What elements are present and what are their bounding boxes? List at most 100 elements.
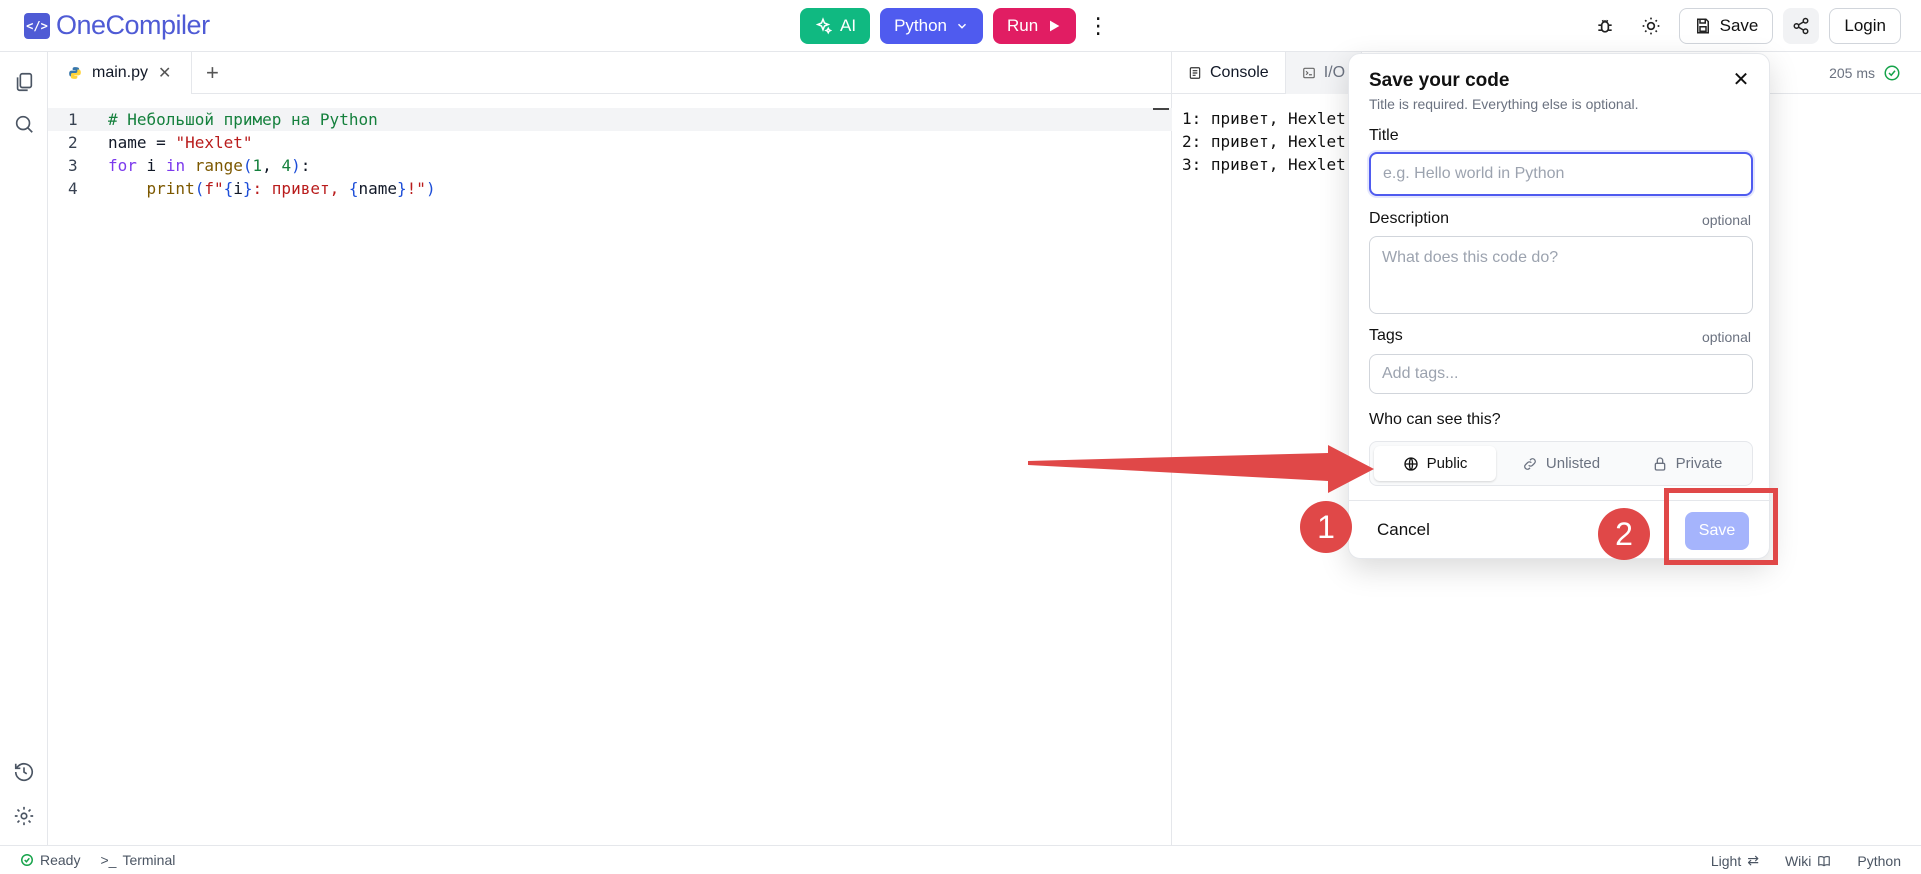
- visibility-private-option[interactable]: Private: [1626, 446, 1748, 481]
- console-line: 1: привет, Hexlet: [1182, 109, 1346, 128]
- tags-label: Tags: [1369, 327, 1403, 344]
- scrollbar-marker[interactable]: [1153, 108, 1169, 110]
- logo[interactable]: </> OneCompiler: [24, 10, 210, 41]
- public-label: Public: [1426, 455, 1468, 472]
- timing-value: 205 ms: [1829, 65, 1875, 81]
- visibility-public-option[interactable]: Public: [1374, 446, 1496, 481]
- visibility-unlisted-option[interactable]: Unlisted: [1500, 446, 1622, 481]
- terminal-toggle[interactable]: >_ Terminal: [100, 852, 175, 868]
- dialog-subtitle: Title is required. Everything else is op…: [1369, 96, 1639, 112]
- wiki-label: Wiki: [1784, 852, 1812, 869]
- status-bar: Ready >_ Terminal Light ⇄ Wiki Python: [0, 845, 1921, 874]
- tags-optional: optional: [1701, 329, 1751, 345]
- logo-icon: </>: [24, 12, 50, 39]
- tags-input[interactable]: Add tags...: [1369, 354, 1753, 394]
- theme-sun-icon[interactable]: [1633, 8, 1669, 44]
- title-placeholder: e.g. Hello world in Python: [1383, 165, 1565, 182]
- run-button[interactable]: Run: [993, 8, 1077, 44]
- toolbar-center: AI Python Run ⋮: [800, 8, 1110, 44]
- console-line: 2: привет, Hexlet: [1182, 132, 1346, 151]
- status-ready: Ready: [20, 852, 80, 868]
- files-icon[interactable]: [10, 68, 38, 96]
- login-button[interactable]: Login: [1829, 8, 1901, 44]
- check-circle-icon: [21, 854, 33, 866]
- editor-tabs: main.py ✕ +: [48, 51, 1171, 94]
- terminal-prompt-icon: >_: [100, 852, 117, 868]
- console-line: 3: привет, Hexlet: [1182, 155, 1346, 174]
- console-tab-label: Console: [1210, 63, 1269, 81]
- language-status-label: Python: [1857, 852, 1901, 869]
- ai-button[interactable]: AI: [800, 8, 871, 44]
- search-icon[interactable]: [10, 110, 38, 138]
- tab-main-py[interactable]: main.py ✕: [48, 51, 193, 94]
- close-tab-icon[interactable]: ✕: [158, 63, 171, 83]
- theme-toggle[interactable]: Light ⇄: [1711, 852, 1759, 869]
- code-line: 4 print(f"{i}: привет, {name}!"): [48, 177, 1172, 200]
- tags-placeholder: Add tags...: [1382, 365, 1459, 382]
- code-line: 2 name = "Hexlet": [48, 131, 1172, 154]
- description-placeholder: What does this code do?: [1382, 249, 1559, 266]
- ready-label: Ready: [40, 852, 81, 868]
- description-label: Description: [1369, 210, 1450, 227]
- theme-label: Light: [1710, 852, 1742, 869]
- ai-button-label: AI: [840, 16, 857, 35]
- check-circle-icon: [1884, 65, 1900, 81]
- line-number: 1: [68, 110, 78, 129]
- code-text: # Небольшой пример на Python: [108, 110, 378, 129]
- code-line: 1 # Небольшой пример на Python: [48, 108, 1172, 131]
- tab-console[interactable]: Console: [1172, 51, 1286, 94]
- header-save-label: Save: [1719, 16, 1759, 35]
- unlisted-label: Unlisted: [1545, 455, 1601, 472]
- code-text: for i in range(1, 4):: [108, 156, 311, 175]
- private-label: Private: [1675, 455, 1723, 472]
- close-icon[interactable]: ✕: [1731, 70, 1751, 90]
- more-menu-icon[interactable]: ⋮: [1086, 8, 1110, 44]
- annotation-arrow: [1028, 445, 1374, 493]
- dialog-title: Save your code: [1369, 70, 1510, 91]
- io-tab-label: I/O: [1323, 63, 1346, 81]
- toolbar-right: Save Login: [1587, 8, 1901, 44]
- title-input[interactable]: e.g. Hello world in Python: [1369, 152, 1753, 196]
- cancel-button[interactable]: Cancel: [1377, 520, 1430, 540]
- logo-text: OneCompiler: [56, 10, 210, 40]
- language-select-button[interactable]: Python: [880, 8, 983, 44]
- terminal-icon: [1302, 67, 1315, 78]
- title-label: Title: [1369, 127, 1399, 144]
- swap-icon: ⇄: [1747, 852, 1759, 868]
- app-root: </> OneCompiler AI Python Run ⋮ Save Log…: [0, 0, 1921, 874]
- terminal-label: Terminal: [122, 852, 176, 868]
- wiki-link[interactable]: Wiki: [1785, 852, 1831, 869]
- play-icon: [1050, 20, 1060, 32]
- add-tab-icon[interactable]: +: [192, 52, 232, 94]
- history-icon[interactable]: [10, 758, 38, 786]
- top-bar: </> OneCompiler AI Python Run ⋮ Save Log…: [0, 0, 1921, 52]
- language-indicator[interactable]: Python: [1857, 852, 1901, 869]
- run-button-label: Run: [1007, 16, 1039, 35]
- code-text: print(f"{i}: привет, {name}!"): [146, 179, 436, 198]
- annotation-badge-2: 2: [1598, 508, 1650, 560]
- line-number: 2: [68, 133, 78, 152]
- line-number: 4: [68, 179, 78, 198]
- annotation-badge-1: 1: [1300, 501, 1352, 553]
- annotation-highlight-box: [1664, 488, 1778, 565]
- line-number: 3: [68, 156, 78, 175]
- tab-label: main.py: [92, 63, 149, 81]
- code-line: 3 for i in range(1, 4):: [48, 154, 1172, 177]
- status-left: Ready >_ Terminal: [20, 852, 175, 868]
- book-icon: [1818, 855, 1831, 866]
- floppy-disk-icon: [1696, 18, 1709, 34]
- login-label: Login: [1844, 16, 1886, 35]
- execution-timing: 205 ms: [1829, 64, 1901, 82]
- description-textarea[interactable]: What does this code do?: [1369, 236, 1753, 314]
- settings-gear-icon[interactable]: [10, 802, 38, 830]
- header-save-button[interactable]: Save: [1678, 8, 1774, 44]
- console-icon: [1189, 66, 1201, 79]
- python-file-icon: [69, 66, 81, 79]
- code-area[interactable]: 1 # Небольшой пример на Python 2 name = …: [48, 108, 1172, 200]
- share-icon[interactable]: [1783, 8, 1820, 44]
- lock-icon: [1654, 456, 1665, 471]
- debug-bug-icon[interactable]: [1587, 8, 1623, 44]
- globe-icon: [1403, 456, 1418, 471]
- status-right: Light ⇄ Wiki Python: [1711, 852, 1901, 869]
- code-editor-pane: main.py ✕ + 1 # Небольшой пример на Pyth…: [48, 51, 1172, 845]
